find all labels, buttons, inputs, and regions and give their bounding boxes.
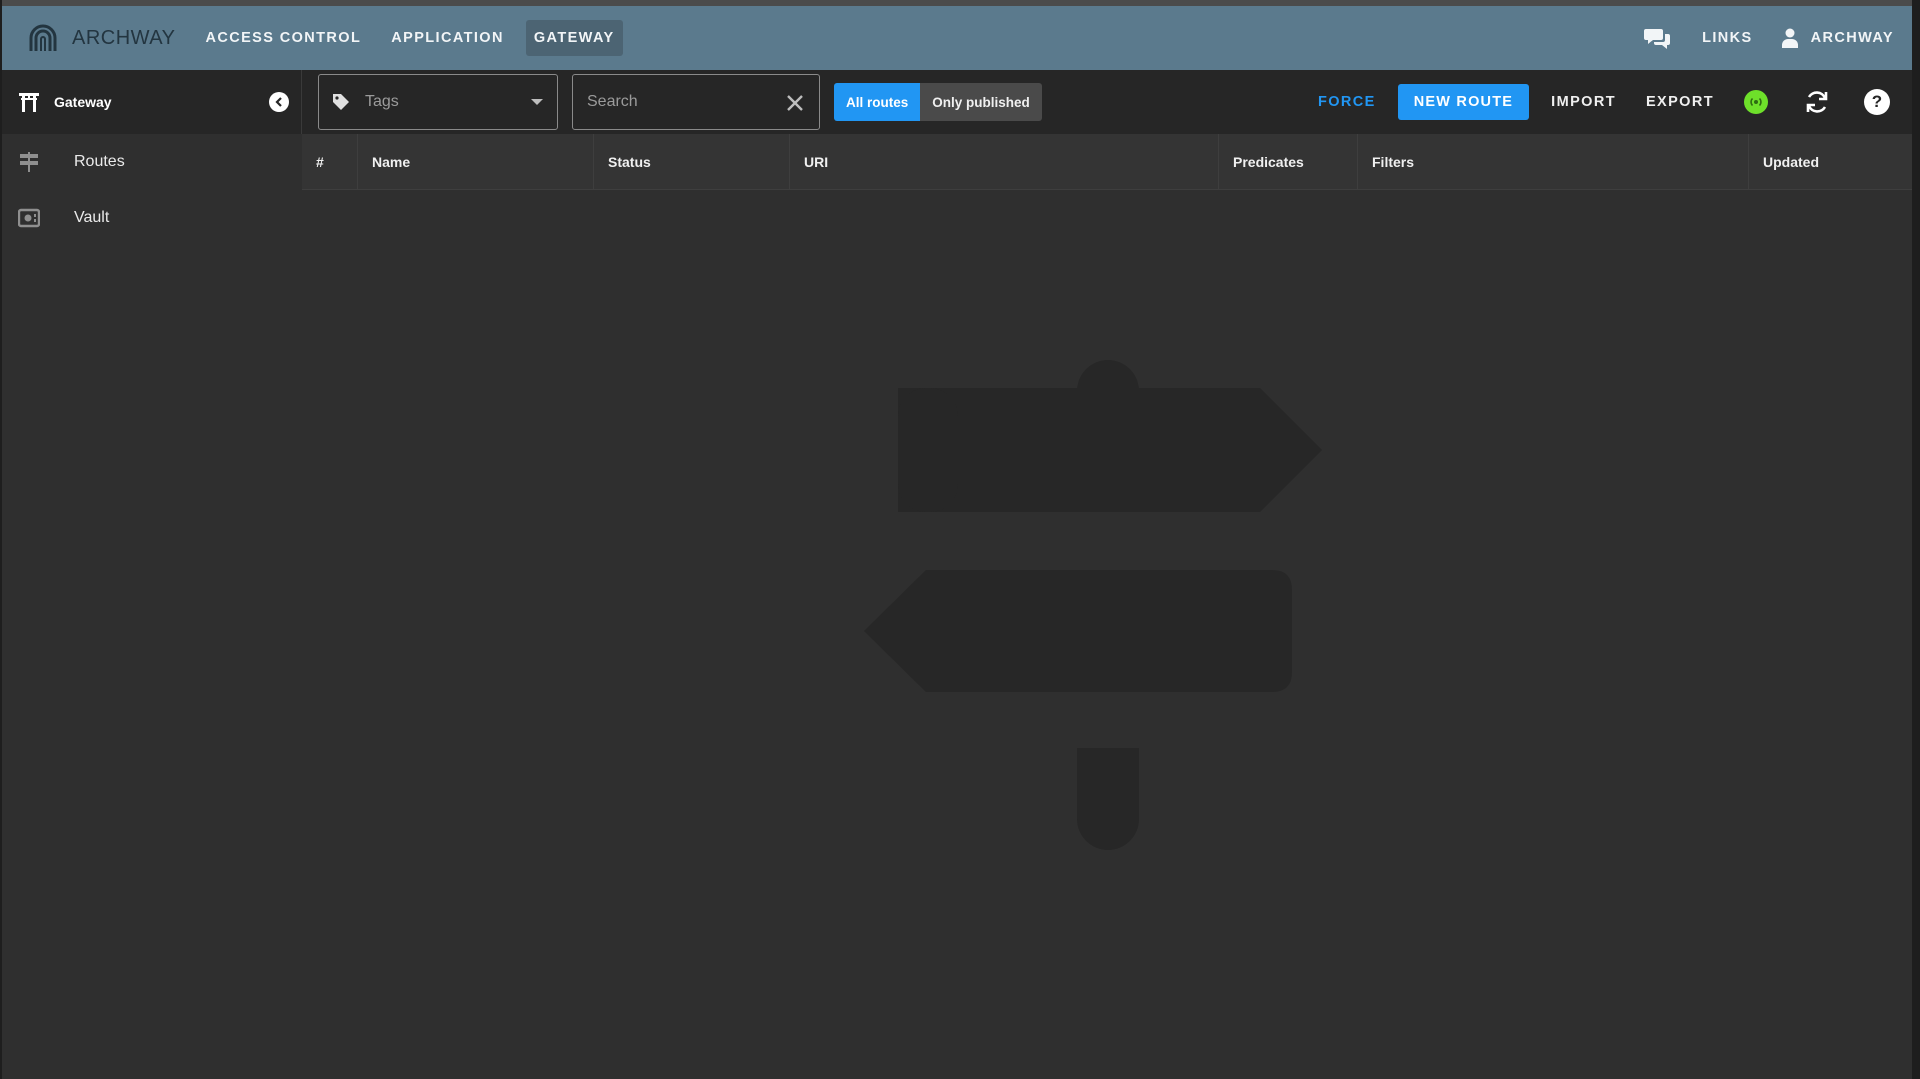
refresh-icon[interactable] (1804, 89, 1830, 115)
broadcast-icon (1750, 97, 1762, 107)
app-window: ARCHWAY ACCESS CONTROL APPLICATION GATEW… (0, 0, 1920, 1079)
routes-icon (20, 152, 38, 172)
nav-gateway[interactable]: GATEWAY (525, 20, 623, 56)
filter-all-routes[interactable]: All routes (834, 83, 921, 121)
main-nav: ACCESS CONTROL APPLICATION GATEWAY (198, 20, 637, 56)
tags-select[interactable]: Tags (318, 74, 558, 130)
export-button[interactable]: EXPORT (1646, 94, 1714, 110)
links-button[interactable]: LINKS (1702, 30, 1753, 46)
collapse-sidebar-button[interactable] (269, 92, 289, 112)
archway-logo-icon (29, 24, 57, 51)
column-header-uri[interactable]: URI (790, 133, 1219, 190)
nav-application[interactable]: APPLICATION (383, 20, 512, 56)
user-menu[interactable]: ARCHWAY (1781, 28, 1894, 48)
help-icon[interactable]: ? (1864, 89, 1890, 115)
column-header-status[interactable]: Status (594, 133, 790, 190)
brand-name: ARCHWAY (72, 26, 176, 49)
user-icon (1781, 28, 1798, 48)
user-name: ARCHWAY (1810, 30, 1894, 46)
force-button[interactable]: FORCE (1318, 94, 1376, 110)
toolbar: Gateway Tags All routes Only publishe (2, 70, 1912, 134)
tags-placeholder: Tags (365, 93, 399, 110)
sidebar-item-vault[interactable]: Vault (2, 190, 302, 246)
toolbar-actions: FORCE NEW ROUTE IMPORT EXPORT ? (1318, 84, 1890, 120)
tag-icon (333, 94, 349, 110)
sidebar-item-routes[interactable]: Routes (2, 134, 302, 190)
column-header-updated[interactable]: Updated (1749, 134, 1912, 190)
connection-status-icon[interactable] (1744, 90, 1768, 114)
nav-access-control[interactable]: ACCESS CONTROL (198, 20, 370, 56)
sidebar-item-label: Vault (74, 209, 110, 226)
import-button[interactable]: IMPORT (1551, 94, 1616, 110)
sidebar-title: Gateway (54, 94, 112, 110)
routes-table-header: # Name Status URI Predicates Filters Upd… (302, 133, 1912, 190)
new-route-button[interactable]: NEW ROUTE (1397, 84, 1530, 120)
sidebar-header: Gateway (2, 70, 302, 134)
chevron-down-icon (531, 99, 543, 105)
column-header-number[interactable]: # (302, 133, 358, 190)
column-header-filters[interactable]: Filters (1358, 133, 1749, 190)
search-input[interactable] (587, 93, 767, 111)
chevron-left-icon (275, 97, 282, 107)
column-header-name[interactable]: Name (358, 133, 594, 190)
vault-icon (18, 208, 40, 228)
window-edge (1912, 0, 1920, 1079)
sidebar: Routes Vault (2, 134, 302, 1079)
top-right-actions: LINKS ARCHWAY (1644, 24, 1894, 52)
column-header-predicates[interactable]: Predicates (1219, 133, 1358, 190)
sidebar-item-label: Routes (74, 153, 125, 170)
chat-icon[interactable] (1644, 24, 1672, 52)
route-filter-toggle: All routes Only published (834, 83, 1042, 121)
brand[interactable]: ARCHWAY (26, 21, 176, 55)
signpost-icon (864, 360, 1322, 850)
top-bar: ARCHWAY ACCESS CONTROL APPLICATION GATEW… (2, 0, 1912, 70)
gateway-icon (19, 93, 39, 112)
clear-search-icon[interactable] (785, 93, 805, 113)
search-field[interactable] (572, 74, 820, 130)
filter-only-published[interactable]: Only published (920, 83, 1042, 121)
